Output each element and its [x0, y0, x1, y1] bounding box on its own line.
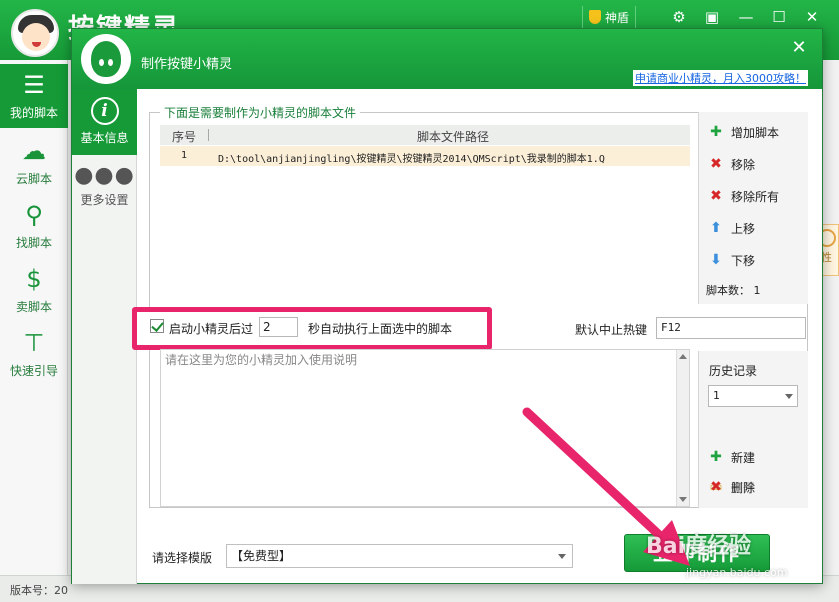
make-sprite-dialog: 制作按键小精灵 ✕ 申请商业小精灵，月入3000攻略！ i 基本信息 ●●● 更…	[71, 28, 823, 584]
template-selected-value: 【免费型】	[231, 549, 292, 563]
avatar[interactable]	[11, 9, 59, 57]
auto-start-label: 启动小精灵后过	[169, 322, 254, 336]
remove-all-icon: ✖	[710, 188, 722, 204]
nav-find-scripts[interactable]: ⚲ 找脚本	[0, 194, 68, 258]
watermark-url: jingyan.baidu.com	[686, 566, 788, 579]
maximize-icon[interactable]: ☐	[769, 7, 789, 27]
sprite-logo-icon	[81, 34, 131, 84]
dollar-icon: $	[26, 265, 42, 293]
x-icon: ✖	[710, 156, 722, 172]
scrollbar[interactable]	[676, 350, 689, 506]
button-label: 删除	[731, 480, 756, 495]
button-label: 移除所有	[731, 189, 780, 204]
row-path: D:\tool\anjianjingling\按键精灵\按键精灵2014\QMS…	[218, 154, 605, 165]
seconds-input[interactable]: 2	[259, 317, 298, 337]
script-table: 序号 脚本文件路径 1 D:\tool\anjianjingling\按键精灵\…	[160, 125, 690, 303]
dialog-title: 制作按键小精灵	[141, 57, 233, 72]
nav-label: 我的脚本	[9, 106, 58, 120]
app-sidebar: ☰ 我的脚本 ☁ 云脚本 ⚲ 找脚本 $ 卖脚本 ⊤ 快速引导	[0, 60, 68, 575]
nav-label: 云脚本	[15, 172, 52, 186]
nav-label: 卖脚本	[15, 300, 52, 314]
remove-button[interactable]: ✖ 移除	[709, 153, 755, 175]
column-header-no[interactable]: 序号	[160, 128, 208, 145]
nav-my-scripts[interactable]: ☰ 我的脚本	[0, 64, 68, 128]
chevron-down-icon	[558, 554, 566, 559]
x-icon: ✖	[710, 479, 722, 495]
move-down-button[interactable]: ⬇ 下移	[709, 249, 755, 271]
column-header-path[interactable]: 脚本文件路径	[220, 128, 686, 145]
button-label: 上移	[731, 221, 756, 236]
plus-icon: ✚	[710, 124, 722, 140]
tab-label: 基本信息	[80, 131, 129, 145]
chevron-down-icon	[785, 394, 793, 399]
table-row[interactable]: 1 D:\tool\anjianjingling\按键精灵\按键精灵2014\Q…	[160, 146, 690, 166]
button-label: 下移	[731, 253, 756, 268]
button-label: 增加脚本	[731, 125, 780, 140]
script-actions-panel: ✚ 增加脚本 ✖ 移除 ✖ 移除所有 ⬆ 上移 ⬇ 下移	[698, 112, 808, 304]
app-close-icon[interactable]: ✕	[802, 7, 822, 27]
template-label: 请选择模版	[152, 551, 213, 565]
plus-icon: ✚	[710, 449, 722, 465]
row-number: 1	[180, 150, 188, 161]
button-label: 移除	[731, 157, 756, 172]
history-label: 历史记录	[709, 364, 758, 378]
delete-history-button[interactable]: ✖ 删除	[709, 476, 755, 498]
search-icon: ⚲	[25, 201, 43, 229]
nav-label: 找脚本	[15, 236, 52, 250]
nav-quick-guide[interactable]: ⊤ 快速引导	[0, 322, 68, 386]
close-icon[interactable]: ✕	[788, 37, 810, 59]
remove-all-button[interactable]: ✖ 移除所有	[709, 185, 779, 207]
nav-label: 快速引导	[9, 364, 58, 378]
move-up-button[interactable]: ⬆ 上移	[709, 217, 755, 239]
shield-button[interactable]: 神盾	[582, 6, 637, 28]
shield-label: 神盾	[605, 10, 630, 25]
scroll-down-icon[interactable]	[679, 497, 687, 502]
history-select[interactable]: 1	[708, 385, 798, 407]
nav-sell-scripts[interactable]: $ 卖脚本	[0, 258, 68, 322]
description-placeholder: 请在这里为您的小精灵加入使用说明	[165, 353, 358, 367]
script-group-legend: 下面是需要制作为小精灵的脚本文件	[160, 104, 361, 121]
hotkey-label: 默认中止热键	[575, 323, 648, 337]
new-button[interactable]: ✚ 新建	[709, 446, 755, 468]
list-icon: ☰	[23, 71, 45, 99]
button-label: 新建	[731, 450, 756, 465]
promo-link[interactable]: 申请商业小精灵，月入3000攻略！	[633, 70, 808, 86]
dialog-sidebar: i 基本信息 ●●● 更多设置	[72, 89, 137, 584]
tab-more-settings[interactable]: ●●● 更多设置	[72, 165, 137, 215]
add-script-button[interactable]: ✚ 增加脚本	[709, 121, 779, 143]
arrow-down-icon: ⬇	[710, 252, 722, 268]
menu-icon[interactable]: ▣	[702, 7, 722, 27]
auto-start-checkbox[interactable]	[150, 319, 164, 333]
cloud-icon: ☁	[22, 137, 46, 165]
info-icon: i	[90, 97, 119, 125]
history-selected-value: 1	[713, 389, 720, 402]
scroll-up-icon[interactable]	[679, 354, 687, 359]
description-textarea[interactable]: 请在这里为您的小精灵加入使用说明	[160, 349, 690, 507]
table-header: 序号 脚本文件路径	[160, 125, 690, 145]
tab-label: 更多设置	[80, 193, 129, 207]
auto-run-label: 秒自动执行上面选中的脚本	[308, 322, 453, 336]
hotkey-input[interactable]: F12	[656, 317, 806, 339]
gear-icon[interactable]: ⚙	[669, 7, 689, 27]
shield-icon	[589, 10, 601, 24]
nav-cloud-scripts[interactable]: ☁ 云脚本	[0, 130, 68, 194]
script-count: 脚本数： 1	[706, 284, 761, 297]
column-divider[interactable]	[208, 129, 209, 141]
minimize-icon[interactable]: —	[736, 7, 756, 27]
tab-basic-info[interactable]: i 基本信息	[72, 89, 137, 155]
version-label: 版本号：20	[10, 584, 68, 597]
watermark: Bai度经验	[646, 534, 752, 559]
signpost-icon: ⊤	[23, 329, 45, 357]
template-select[interactable]: 【免费型】	[226, 544, 573, 568]
more-icon: ●●●	[74, 163, 135, 188]
arrow-up-icon: ⬆	[710, 220, 722, 236]
